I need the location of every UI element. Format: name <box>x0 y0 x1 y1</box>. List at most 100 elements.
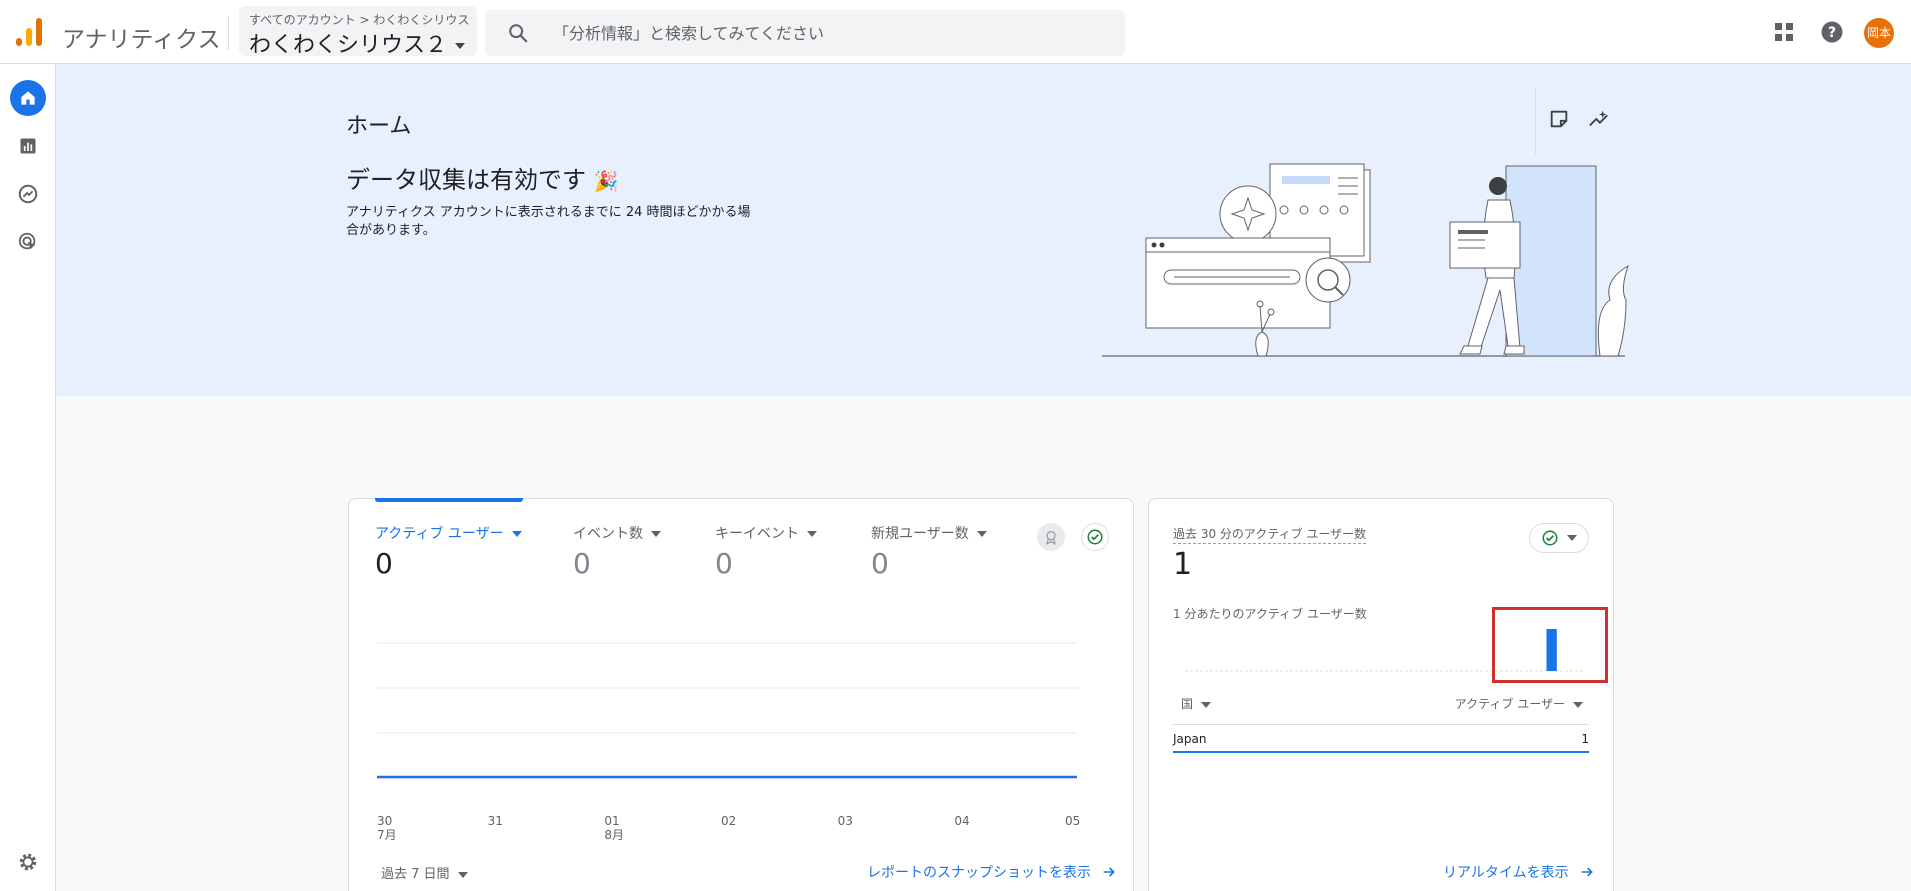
hero-description: アナリティクス アカウントに表示されるまでに 24 時間ほどかかる場合があります… <box>346 205 751 238</box>
metric-value: 0 <box>375 547 393 580</box>
rail-home-button[interactable] <box>10 80 46 116</box>
metric-label-text: イベント数 <box>573 526 643 542</box>
realtime-value: 1 <box>1173 547 1193 582</box>
chevron-down-icon <box>651 531 661 537</box>
x-axis-labels: 30 7月 31 01 8月 02 03 04 05 <box>377 814 1080 854</box>
rail-advertising-button[interactable] <box>10 224 46 260</box>
explore-icon <box>18 184 38 204</box>
date-range-label: 過去 7 日間 <box>381 867 450 882</box>
chevron-down-icon <box>457 871 468 878</box>
x-tick-day: 02 <box>721 814 737 828</box>
metric-tab-event-count[interactable]: イベント数 0 <box>573 523 661 580</box>
arrow-right-icon <box>1103 867 1115 877</box>
chevron-down-icon <box>511 531 522 537</box>
brand-name: アナリティクス <box>62 27 221 53</box>
x-tick-month: 7月 <box>377 828 397 842</box>
rail-settings-button[interactable] <box>10 844 46 880</box>
overview-card: アクティブ ユーザー 0 イベント数 0 キーイベント 0 新規ユーザー数 0 … <box>348 498 1134 891</box>
page-title: ホーム <box>346 114 412 139</box>
analytics-logo-icon[interactable] <box>14 16 44 48</box>
data-collection-title: データ収集は有効です 🎉 <box>346 160 619 195</box>
badge-icon-button[interactable] <box>1037 523 1065 551</box>
breadcrumb-account: わくわくシリウス <box>373 13 470 27</box>
column-header-country[interactable]: 国 <box>1181 695 1212 712</box>
divider <box>1535 88 1536 154</box>
metric-tab-active-users[interactable]: アクティブ ユーザー 0 <box>375 523 522 580</box>
search-icon <box>509 24 528 43</box>
metric-label: 新規ユーザー数 <box>871 523 987 543</box>
search-bar[interactable] <box>485 10 1125 56</box>
metric-label-text: アクティブ ユーザー <box>375 526 504 542</box>
column-header-active-users-text: アクティブ ユーザー <box>1454 697 1565 711</box>
x-tick-day: 01 <box>604 814 620 828</box>
rail-explore-button[interactable] <box>10 176 46 212</box>
home-icon <box>21 91 35 105</box>
top-app-bar: アナリティクス すべてのアカウント > わくわくシリウス わくわくシリウス２ ?… <box>0 0 1911 64</box>
advertising-icon <box>18 232 36 250</box>
realtime-table-header: 国 アクティブ ユーザー <box>1173 695 1589 725</box>
metric-label-text: 新規ユーザー数 <box>871 526 969 542</box>
status-check-button[interactable] <box>1081 523 1109 551</box>
view-snapshot-label: レポートのスナップショットを表示 <box>867 865 1091 881</box>
chevron-down-icon <box>1567 535 1577 541</box>
metric-tab-key-events[interactable]: キーイベント 0 <box>715 523 817 580</box>
apps-grid-icon[interactable] <box>1772 20 1796 44</box>
country-cell: Japan <box>1173 732 1207 746</box>
hero-banner <box>56 64 1911 396</box>
hero-title-text: データ収集は有効です <box>346 166 586 194</box>
metric-value: 0 <box>573 547 591 580</box>
metric-tab-new-users[interactable]: 新規ユーザー数 0 <box>871 523 987 580</box>
account-picker[interactable]: すべてのアカウント > わくわくシリウス わくわくシリウス２ <box>239 6 477 59</box>
x-tick-day: 31 <box>487 814 503 828</box>
x-tick-label: 30 7月 <box>377 814 397 842</box>
date-range-selector[interactable]: 過去 7 日間 <box>381 863 468 882</box>
x-tick-day: 05 <box>1065 814 1081 828</box>
side-navigation-rail <box>0 64 56 891</box>
x-tick-label: 04 <box>954 814 969 828</box>
help-icon[interactable]: ? <box>1820 20 1844 44</box>
x-tick-label: 31 <box>488 814 503 828</box>
column-header-active-users[interactable]: アクティブ ユーザー <box>1455 695 1583 712</box>
chevron-down-icon <box>807 531 817 537</box>
property-name: わくわくシリウス２ <box>249 27 466 59</box>
svg-text:?: ? <box>1828 25 1836 41</box>
column-header-country-text: 国 <box>1181 697 1194 711</box>
notes-icon[interactable] <box>1548 108 1570 130</box>
property-label: わくわくシリウス２ <box>249 33 448 58</box>
check-circle-icon <box>1087 529 1103 545</box>
x-tick-label: 02 <box>721 814 736 828</box>
settings-icon <box>19 853 37 871</box>
metric-value: 0 <box>871 547 889 580</box>
realtime-label: 過去 30 分のアクティブ ユーザー数 <box>1173 525 1367 544</box>
highlight-annotation-box <box>1492 607 1608 683</box>
x-tick-day: 30 <box>377 814 393 828</box>
award-icon <box>1045 531 1057 545</box>
users-cell: 1 <box>1581 732 1589 746</box>
insights-icon[interactable] <box>1588 108 1610 130</box>
table-row[interactable]: Japan 1 <box>1173 725 1589 753</box>
x-tick-day: 03 <box>837 814 853 828</box>
chevron-down-icon <box>976 531 987 537</box>
realtime-card: 過去 30 分のアクティブ ユーザー数 1 1 分あたりのアクティブ ユーザー数… <box>1148 498 1614 891</box>
view-realtime-link[interactable]: リアルタイムを表示 <box>1443 862 1595 882</box>
metric-label: キーイベント <box>715 523 817 543</box>
x-tick-label: 05 <box>1065 814 1080 828</box>
rail-reports-button[interactable] <box>10 128 46 164</box>
chevron-down-icon <box>1201 701 1212 708</box>
metric-label-text: キーイベント <box>715 526 799 542</box>
reports-icon <box>20 138 36 154</box>
metric-label: イベント数 <box>573 523 661 543</box>
avatar[interactable]: 岡本 <box>1864 18 1894 48</box>
realtime-status-dropdown[interactable] <box>1529 523 1589 553</box>
view-realtime-label: リアルタイムを表示 <box>1443 865 1569 881</box>
x-tick-label: 01 8月 <box>604 814 624 842</box>
chevron-down-icon <box>1573 701 1583 708</box>
search-input[interactable] <box>553 10 1113 56</box>
party-popper-icon: 🎉 <box>593 169 619 193</box>
metric-label: アクティブ ユーザー <box>375 523 522 543</box>
x-tick-month: 8月 <box>604 828 624 842</box>
x-tick-day: 04 <box>954 814 970 828</box>
view-snapshot-link[interactable]: レポートのスナップショットを表示 <box>867 862 1117 882</box>
divider <box>228 16 229 50</box>
hero-illustration <box>1102 163 1629 357</box>
